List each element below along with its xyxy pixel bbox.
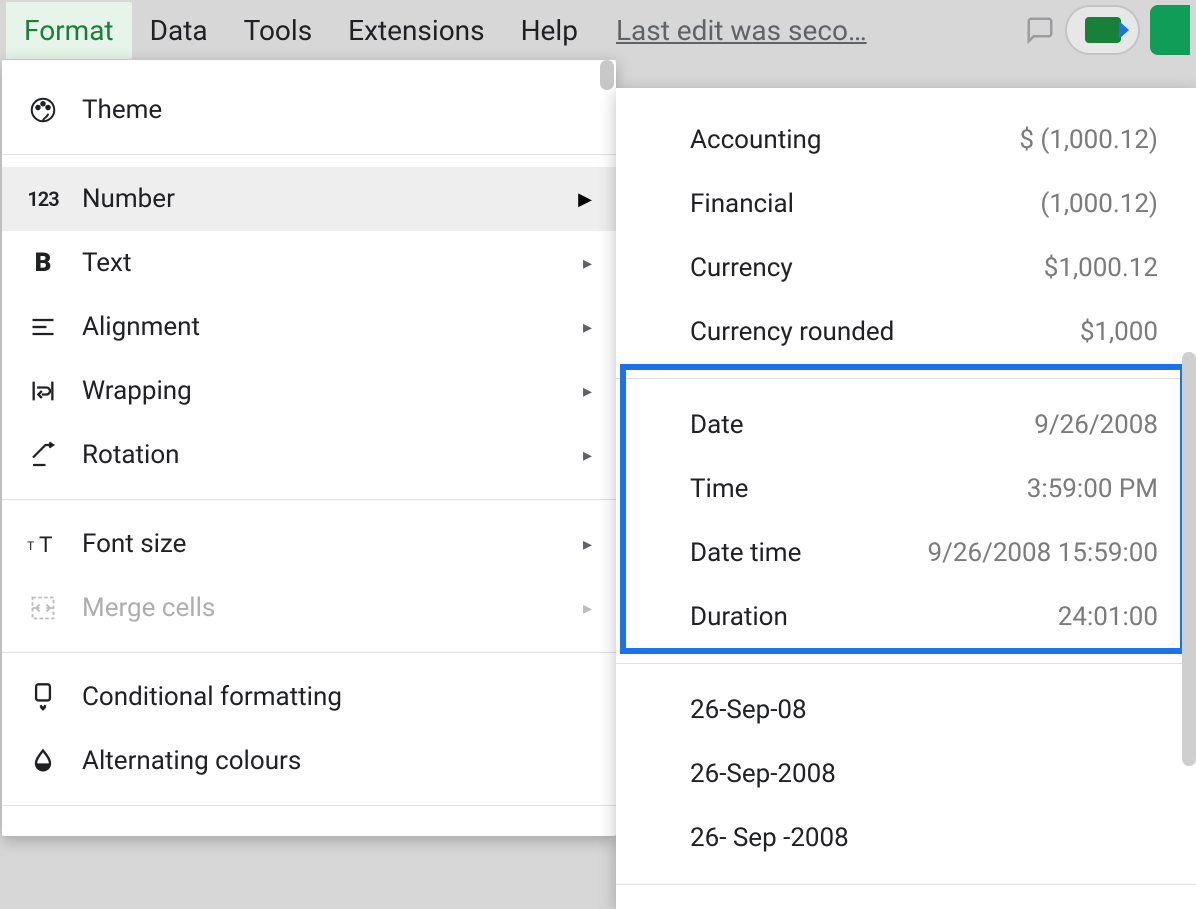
number-format-duration[interactable]: Duration 24:01:00	[616, 585, 1196, 649]
menu-tools[interactable]: Tools	[226, 2, 331, 59]
toolbar-right	[1025, 0, 1196, 60]
menu-item-label: Merge cells	[82, 593, 561, 623]
number-format-date-time[interactable]: Date time 9/26/2008 15:59:00	[616, 521, 1196, 585]
chevron-right-icon: ▸	[583, 445, 592, 466]
rotation-icon	[26, 440, 60, 470]
menu-separator	[2, 154, 616, 155]
format-label: Accounting	[690, 125, 822, 155]
menu-item-label: Rotation	[82, 440, 561, 470]
alignment-icon	[26, 313, 60, 341]
number-format-accounting[interactable]: Accounting $ (1,000.12)	[616, 108, 1196, 172]
format-label: Duration	[690, 602, 788, 632]
menu-format[interactable]: Format	[6, 2, 132, 59]
format-example: (1,000.12)	[1040, 189, 1158, 219]
menu-item-label: Alignment	[82, 312, 561, 342]
format-label: 26- Sep -2008	[690, 823, 849, 853]
svg-text:T: T	[39, 532, 52, 557]
menu-item-label: Alternating colours	[82, 746, 592, 776]
alternating-colours-icon	[26, 747, 60, 775]
menu-item-conditional-formatting[interactable]: Conditional formatting	[2, 665, 616, 729]
menu-item-rotation[interactable]: Rotation ▸	[2, 423, 616, 487]
number-format-date[interactable]: Date 9/26/2008	[616, 393, 1196, 457]
submenu-separator	[616, 663, 1196, 664]
chevron-right-icon: ▶	[578, 189, 592, 210]
submenu-separator	[616, 378, 1196, 379]
scrollbar-thumb[interactable]	[1182, 352, 1196, 766]
number-submenu: Accounting $ (1,000.12) Financial (1,000…	[616, 88, 1196, 909]
format-label: 26-Sep-2008	[690, 759, 836, 789]
wrapping-icon	[26, 377, 60, 405]
number-format-custom-date-3[interactable]: 26- Sep -2008	[616, 806, 1196, 870]
menu-separator	[2, 499, 616, 500]
format-example: 3:59:00 PM	[1027, 474, 1158, 504]
last-edit-link[interactable]: Last edit was seco…	[616, 14, 867, 47]
number-format-currency[interactable]: Currency $1,000.12	[616, 236, 1196, 300]
format-label: 26-Sep-08	[690, 695, 807, 725]
number-icon: 123	[26, 187, 60, 211]
format-example: $1,000	[1080, 317, 1158, 347]
svg-text:T: T	[27, 539, 35, 553]
meet-icon	[1085, 17, 1121, 43]
menu-item-label: Number	[82, 184, 556, 214]
submenu-separator	[616, 884, 1196, 885]
format-label: Time	[690, 474, 748, 504]
menu-item-label: Font size	[82, 529, 561, 559]
menu-item-wrapping[interactable]: Wrapping ▸	[2, 359, 616, 423]
menu-item-label: Wrapping	[82, 376, 561, 406]
comment-icon[interactable]	[1025, 15, 1055, 45]
format-label: Currency	[690, 253, 793, 283]
theme-icon	[26, 95, 60, 125]
menu-item-label: Theme	[82, 95, 592, 125]
format-menu: Theme 123 Number ▶ B Text ▸ Alignment ▸ …	[2, 60, 616, 836]
chevron-right-icon: ▸	[583, 381, 592, 402]
conditional-formatting-icon	[26, 682, 60, 712]
menu-separator	[2, 652, 616, 653]
share-button[interactable]	[1150, 5, 1190, 55]
scrollbar-thumb[interactable]	[600, 60, 614, 90]
menu-item-theme[interactable]: Theme	[2, 78, 616, 142]
menu-item-label: Conditional formatting	[82, 682, 592, 712]
format-label: Financial	[690, 189, 794, 219]
menu-item-alternating-colours[interactable]: Alternating colours	[2, 729, 616, 793]
menu-separator	[2, 805, 616, 806]
meet-button[interactable]	[1065, 5, 1140, 55]
format-example: 24:01:00	[1058, 602, 1158, 632]
format-example: 9/26/2008 15:59:00	[928, 538, 1158, 568]
menu-data[interactable]: Data	[132, 2, 226, 59]
chevron-right-icon: ▸	[583, 598, 592, 619]
chevron-right-icon: ▸	[583, 253, 592, 274]
menu-extensions[interactable]: Extensions	[330, 2, 502, 59]
menu-item-number[interactable]: 123 Number ▶	[2, 167, 616, 231]
format-label: Date	[690, 410, 744, 440]
font-size-icon: TT	[26, 530, 60, 558]
menu-item-merge-cells: Merge cells ▸	[2, 576, 616, 640]
number-format-custom-date-2[interactable]: 26-Sep-2008	[616, 742, 1196, 806]
menubar: Format Data Tools Extensions Help Last e…	[0, 0, 1196, 60]
menu-item-alignment[interactable]: Alignment ▸	[2, 295, 616, 359]
menu-item-font-size[interactable]: TT Font size ▸	[2, 512, 616, 576]
number-format-custom-date-1[interactable]: 26-Sep-08	[616, 678, 1196, 742]
chevron-right-icon: ▸	[583, 534, 592, 555]
menu-item-label: Text	[82, 248, 561, 278]
bold-icon: B	[26, 248, 60, 278]
format-example: $ (1,000.12)	[1019, 125, 1158, 155]
format-example: $1,000.12	[1044, 253, 1158, 283]
menu-item-text[interactable]: B Text ▸	[2, 231, 616, 295]
format-example: 9/26/2008	[1034, 410, 1158, 440]
format-label: Currency rounded	[690, 317, 894, 347]
menu-help[interactable]: Help	[503, 2, 596, 59]
merge-cells-icon	[26, 594, 60, 622]
number-format-financial[interactable]: Financial (1,000.12)	[616, 172, 1196, 236]
number-format-currency-rounded[interactable]: Currency rounded $1,000	[616, 300, 1196, 364]
number-format-time[interactable]: Time 3:59:00 PM	[616, 457, 1196, 521]
format-label: Date time	[690, 538, 801, 568]
chevron-right-icon: ▸	[583, 317, 592, 338]
